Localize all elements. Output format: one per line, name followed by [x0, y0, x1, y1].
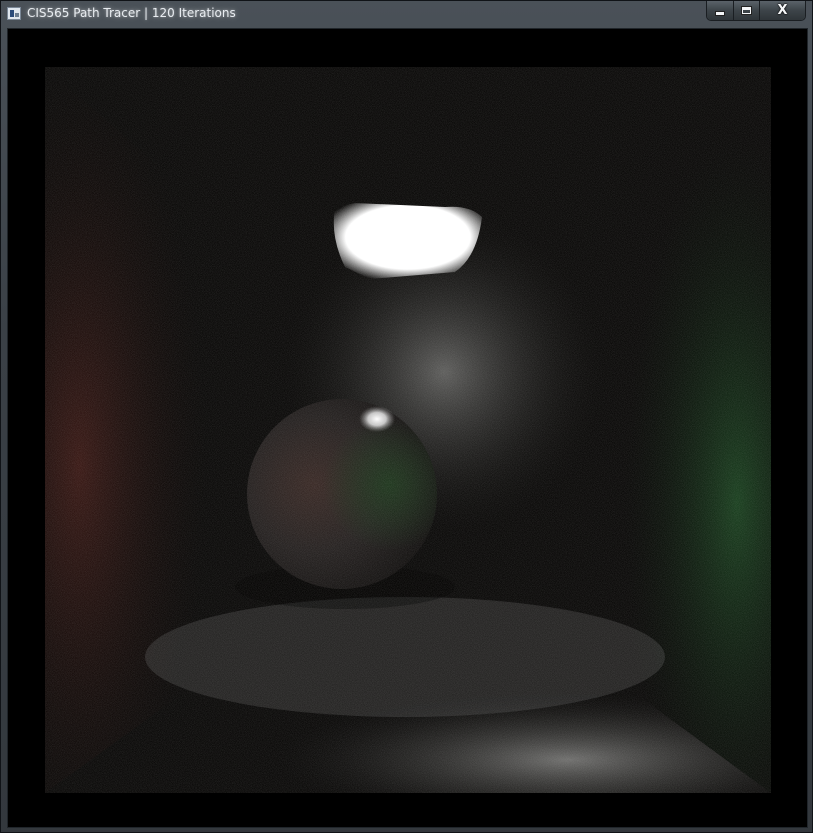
close-icon: X	[777, 3, 788, 18]
noise-grain	[45, 67, 771, 793]
maximize-icon	[742, 7, 751, 14]
app-window: CIS565 Path Tracer | 120 Iterations X	[0, 0, 813, 833]
minimize-icon	[716, 12, 724, 15]
app-icon[interactable]	[7, 7, 21, 20]
window-title: CIS565 Path Tracer | 120 Iterations	[27, 6, 236, 20]
maximize-button[interactable]	[733, 1, 759, 20]
minimize-button[interactable]	[707, 1, 733, 20]
caption-buttons: X	[706, 1, 806, 21]
render-viewport[interactable]	[7, 28, 808, 828]
title-bar[interactable]: CIS565 Path Tracer | 120 Iterations X	[1, 1, 812, 27]
close-button[interactable]: X	[759, 1, 805, 20]
path-traced-image	[45, 67, 771, 793]
cornell-box-render	[45, 67, 771, 793]
